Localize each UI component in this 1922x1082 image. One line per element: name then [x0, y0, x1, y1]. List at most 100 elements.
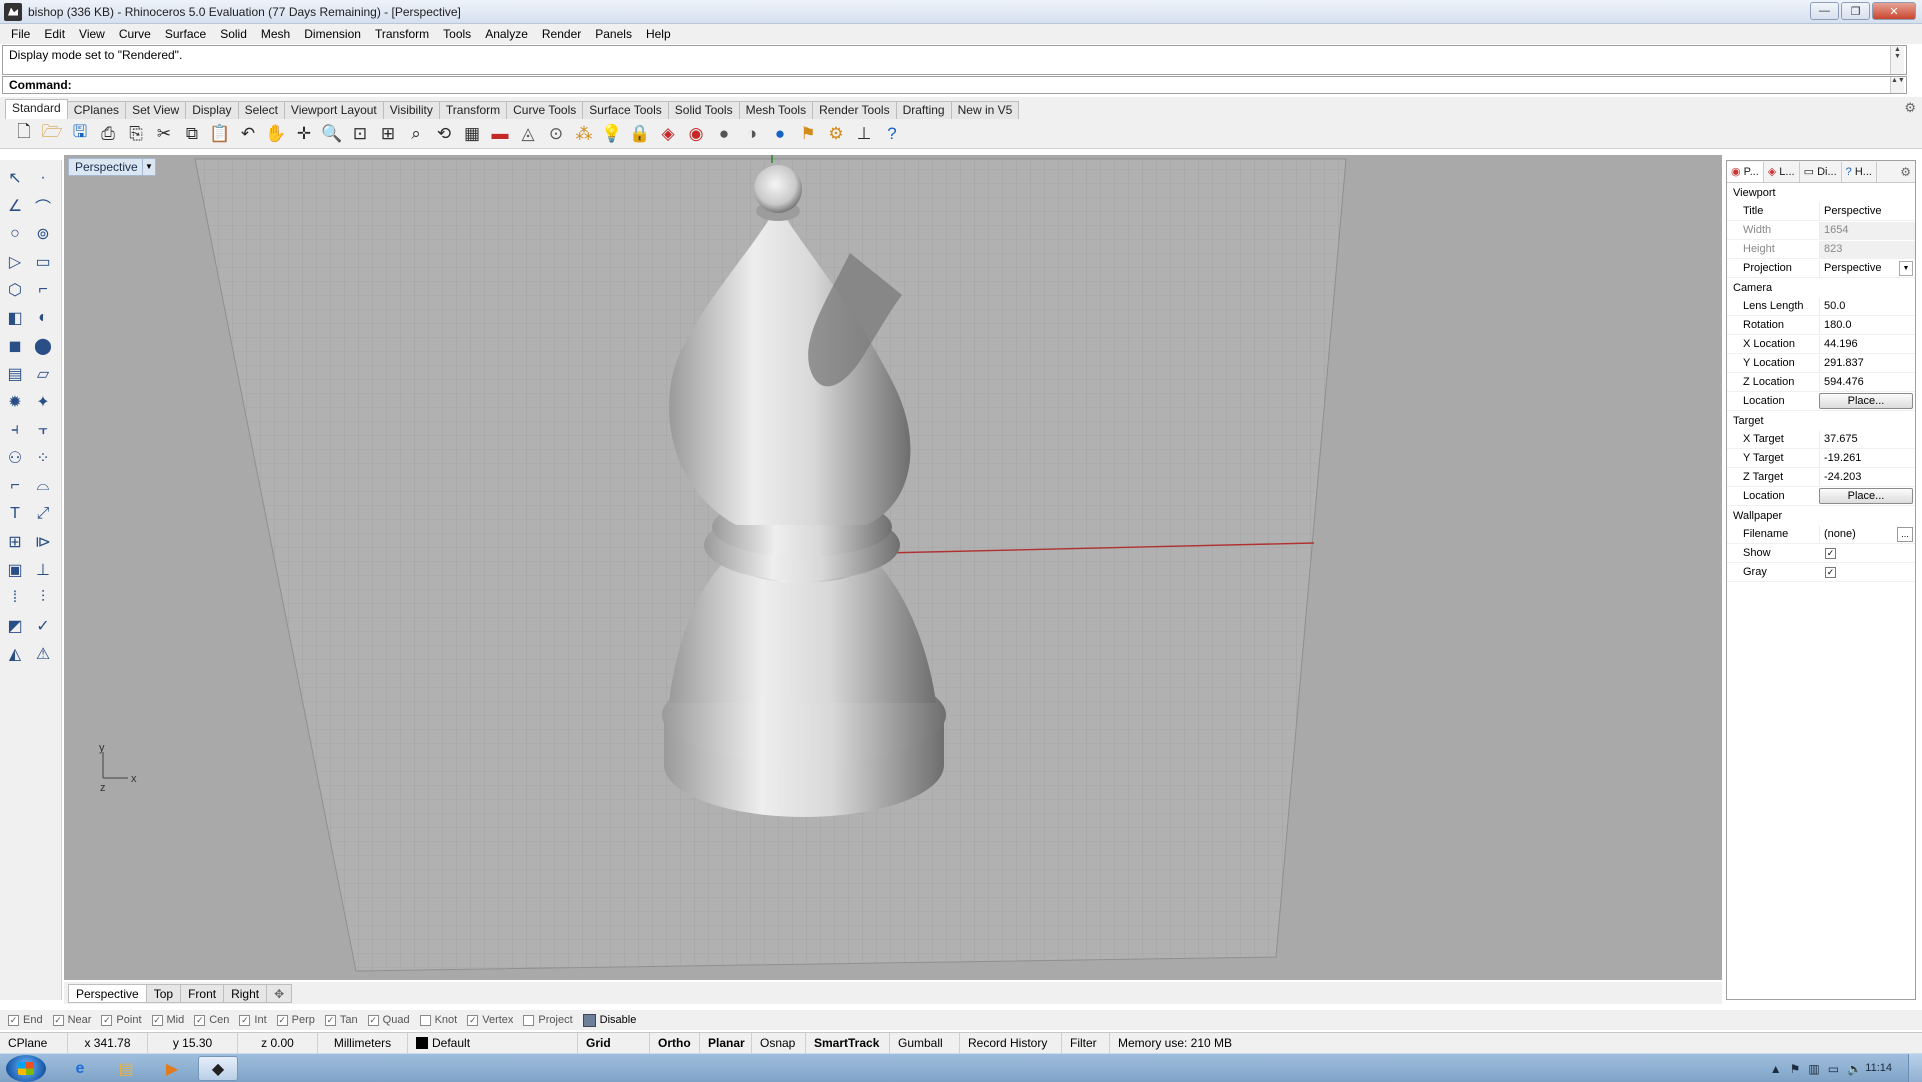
y-target-field[interactable]: -19.261	[1819, 449, 1915, 467]
osnap-disable[interactable]: Disable	[582, 1013, 636, 1027]
color-wheel-icon[interactable]: ◉	[682, 121, 710, 147]
box-icon[interactable]: ◼	[2, 334, 28, 358]
toolbar-gear-icon[interactable]: ⚙	[1904, 100, 1916, 116]
group-icon[interactable]: ⚇	[2, 446, 28, 470]
osnap-point-checkbox[interactable]: ✓	[101, 1014, 113, 1026]
osnap-vertex-checkbox[interactable]: ✓	[467, 1014, 479, 1026]
close-button[interactable]: ✕	[1872, 2, 1916, 20]
osnap-tan-checkbox[interactable]: ✓	[324, 1014, 336, 1026]
menu-dimension[interactable]: Dimension	[297, 24, 368, 44]
boolean-union-icon[interactable]: ⬤	[30, 334, 56, 358]
osnap-cen-checkbox[interactable]: ✓	[194, 1014, 206, 1026]
circle-icon[interactable]: ○	[2, 222, 28, 246]
osnap-mid-checkbox[interactable]: ✓	[151, 1014, 163, 1026]
show-checkbox[interactable]: ✓	[1825, 547, 1836, 559]
mesh-icon[interactable]: ▱	[30, 362, 56, 386]
zoom-extents-icon[interactable]: ⊞	[374, 121, 402, 147]
panel-tab-display[interactable]: ▭ Di...	[1800, 161, 1842, 182]
lens-length-field[interactable]: 50.0	[1819, 297, 1915, 315]
analyze-icon[interactable]: ◩	[2, 614, 28, 638]
array-icon[interactable]: ⁞	[2, 586, 28, 610]
viewtab-front[interactable]: Front	[180, 983, 225, 1003]
x-location-field[interactable]: 44.196	[1819, 335, 1915, 353]
osnap-int[interactable]: ✓ Int	[239, 1014, 267, 1026]
trim-icon[interactable]: ⫞	[2, 418, 28, 442]
taskbar-clock[interactable]: 11:14	[1865, 1054, 1892, 1082]
panel-tab-help[interactable]: ? H...	[1842, 161, 1877, 182]
tab-curve-tools[interactable]: Curve Tools	[506, 101, 584, 119]
osnap-perp-checkbox[interactable]: ✓	[276, 1014, 288, 1026]
osnap-tan[interactable]: ✓ Tan	[324, 1014, 358, 1026]
menu-render[interactable]: Render	[535, 24, 588, 44]
osnap-near[interactable]: ✓ Near	[52, 1014, 91, 1026]
grid-icon[interactable]: ◬	[514, 121, 542, 147]
panel-gear-icon[interactable]: ⚙	[1900, 165, 1911, 179]
extrude-icon[interactable]: ▤	[2, 362, 28, 386]
rotation-field[interactable]: 180.0	[1819, 316, 1915, 334]
panel-tab-properties[interactable]: ◉ P...	[1727, 161, 1764, 182]
z-target-field[interactable]: -24.203	[1819, 468, 1915, 486]
render-sphere-icon[interactable]: ●	[766, 121, 794, 147]
maximize-button[interactable]: ❐	[1841, 2, 1870, 20]
open-file-icon[interactable]: 🗁	[38, 121, 66, 147]
text-icon[interactable]: T	[2, 502, 28, 526]
command-line[interactable]: Command: ▲▼	[2, 76, 1907, 94]
osnap-perp[interactable]: ✓ Perp	[276, 1014, 315, 1026]
viewport-title[interactable]: Perspective	[68, 158, 145, 176]
boolean-split-icon[interactable]: ✦	[30, 390, 56, 414]
status-cplane[interactable]: CPlane	[0, 1032, 68, 1054]
tab-cplanes[interactable]: CPlanes	[66, 101, 127, 119]
menu-solid[interactable]: Solid	[213, 24, 254, 44]
light-warning-icon[interactable]: ⚠	[30, 642, 56, 666]
layer-icon[interactable]: ◈	[654, 121, 682, 147]
osnap-vertex[interactable]: ✓ Vertex	[467, 1014, 513, 1026]
planar-toggle[interactable]: Planar	[700, 1032, 752, 1054]
rendered-sphere-icon[interactable]: ◑	[738, 121, 766, 147]
menu-panels[interactable]: Panels	[588, 24, 639, 44]
tab-mesh-tools[interactable]: Mesh Tools	[738, 101, 814, 119]
osnap-project[interactable]: Project	[523, 1014, 573, 1026]
viewtab-right[interactable]: Right	[223, 983, 268, 1003]
osnap-knot-checkbox[interactable]	[419, 1014, 431, 1026]
osnap-knot[interactable]: Knot	[419, 1014, 457, 1026]
zoom-window-icon[interactable]: ⊡	[346, 121, 374, 147]
osnap-near-checkbox[interactable]: ✓	[52, 1014, 64, 1026]
polygon-tri-icon[interactable]: ▷	[2, 250, 28, 274]
osnap-quad[interactable]: ✓ Quad	[367, 1014, 410, 1026]
tab-visibility[interactable]: Visibility	[382, 101, 440, 119]
tab-display[interactable]: Display	[185, 101, 239, 119]
status-units[interactable]: Millimeters	[318, 1032, 408, 1054]
menu-mesh[interactable]: Mesh	[254, 24, 297, 44]
mirror-icon[interactable]: ⧐	[30, 530, 56, 554]
projection-chevron-down-icon[interactable]: ▼	[1899, 260, 1913, 276]
perspective-viewport[interactable]: y x z Perspective ▼	[64, 155, 1722, 980]
point-icon[interactable]: ·	[30, 166, 56, 190]
help-icon[interactable]: ?	[878, 121, 906, 147]
rhino-app-icon[interactable]	[4, 2, 22, 21]
light-icon[interactable]: 💡	[598, 121, 626, 147]
tab-transform[interactable]: Transform	[438, 101, 508, 119]
paste-icon[interactable]: 📋	[206, 121, 234, 147]
tray-volume-icon[interactable]: 🔈	[1847, 1062, 1862, 1076]
offset-icon[interactable]: ⌓	[30, 474, 56, 498]
smarttrack-toggle[interactable]: SmartTrack	[806, 1032, 890, 1054]
select-arrow-icon[interactable]: ↖	[2, 166, 28, 190]
filter-button[interactable]: Filter	[1062, 1032, 1110, 1054]
tray-expand-icon[interactable]: ▲	[1770, 1062, 1782, 1076]
shade-icon[interactable]: ◭	[2, 642, 28, 666]
osnap-point[interactable]: ✓ Point	[101, 1014, 142, 1026]
tray-display-icon[interactable]: ▭	[1828, 1062, 1839, 1076]
media-player-icon[interactable]: ▶	[152, 1056, 192, 1081]
osnap-end[interactable]: ✓ End	[8, 1014, 43, 1026]
browse-button[interactable]: ...	[1897, 526, 1913, 542]
check-icon[interactable]: ✓	[30, 614, 56, 638]
align-icon[interactable]: ⊞	[2, 530, 28, 554]
undo-icon[interactable]: ↶	[234, 121, 262, 147]
save-icon[interactable]: 🖫	[66, 121, 94, 147]
status-layer[interactable]: Default	[408, 1032, 578, 1054]
menu-file[interactable]: File	[4, 24, 37, 44]
z-location-field[interactable]: 594.476	[1819, 373, 1915, 391]
osnap-int-checkbox[interactable]: ✓	[239, 1014, 251, 1026]
ellipse-icon[interactable]: ⊚	[30, 222, 56, 246]
osnap-project-checkbox[interactable]	[523, 1014, 535, 1026]
